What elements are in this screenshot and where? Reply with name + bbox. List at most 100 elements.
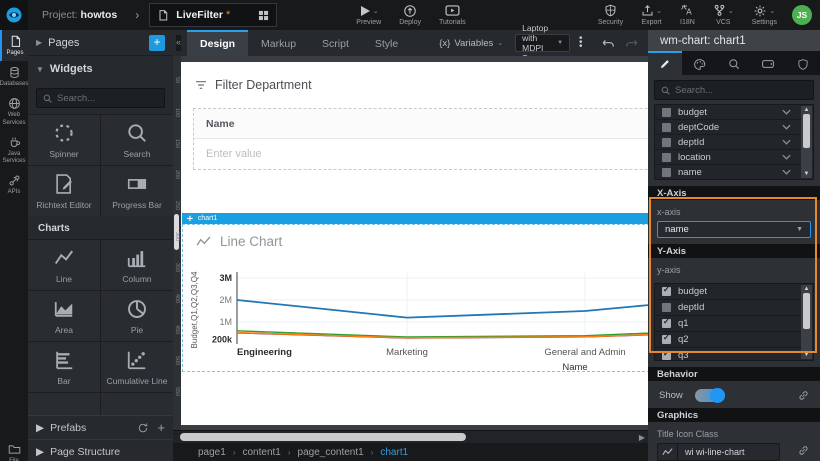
widget-tile-cumline[interactable]: Cumulative Line [101,342,173,392]
scroll-right-arrow-icon[interactable]: ▶ [639,433,645,442]
widget-tile-spinner[interactable]: Spinner [28,115,100,165]
rail-item-web-services[interactable]: Web Services [0,92,28,130]
security-button[interactable]: Security [589,0,632,30]
properties-tab-mobile[interactable] [751,51,785,75]
chevron-down-icon[interactable] [782,154,791,160]
open-page-tab[interactable]: LiveFilter * [149,3,277,27]
yaxis-option-q1[interactable]: q1 [655,316,813,332]
properties-tab-events[interactable] [717,51,751,75]
field-checkbox[interactable] [662,138,671,147]
filter-name-input[interactable] [206,148,648,160]
project-chevron-icon[interactable]: › [135,8,139,22]
rail-item-file-explorer[interactable]: File Explorer [0,438,28,461]
scroll-up-arrow-icon[interactable]: ▲ [804,285,810,293]
tab-style[interactable]: Style [362,30,411,56]
field-checkbox[interactable] [662,123,671,132]
settings-button[interactable]: ⌄ Settings [743,0,786,30]
grid-icon[interactable] [258,10,269,21]
pages-accordion[interactable]: ▶ Pages + [28,30,173,56]
widget-search-input[interactable] [57,93,158,104]
rail-item-databases[interactable]: Databases [0,61,28,92]
hscroll-thumb[interactable] [180,433,466,441]
add-page-button[interactable]: + [149,35,165,51]
yaxis-option-q2[interactable]: q2 [655,332,813,348]
chevron-down-icon[interactable] [782,139,791,145]
widget-tile-column[interactable]: Column [101,240,173,290]
field-row-deptId[interactable]: deptId [655,135,813,150]
tab-markup[interactable]: Markup [248,30,309,56]
tab-script[interactable]: Script [309,30,362,56]
chevron-down-icon[interactable] [782,109,791,115]
livefilter-title[interactable]: Filter Department [195,78,312,92]
yaxis-checkbox[interactable] [662,351,671,360]
field-row-budget[interactable]: budget [655,105,813,120]
accordion-page-structure[interactable]: ▶ Page Structure [28,439,173,461]
widget-tile-searchw[interactable]: Search [101,115,173,165]
scrollbar-thumb[interactable] [803,114,810,148]
widgets-accordion[interactable]: ▼ Widgets [28,56,173,82]
project-name[interactable]: Project: howtos [42,9,117,21]
breadcrumb-item-page_content1[interactable]: page_content1 [298,447,364,458]
field-checkbox[interactable] [662,153,671,162]
scroll-down-arrow-icon[interactable]: ▼ [804,170,810,178]
variables-button[interactable]: {x} Variables ⌄ [439,38,503,49]
properties-tab-styles[interactable] [682,51,716,75]
widget-tile-line[interactable]: Line [28,240,100,290]
bind-property-icon[interactable] [798,390,809,401]
wavemaker-logo[interactable] [0,0,28,30]
tab-design[interactable]: Design [187,30,248,56]
widget-tile-donut[interactable] [28,393,100,415]
rail-item-apis[interactable]: APIs [0,169,28,200]
widget-tile-bar[interactable]: Bar [28,342,100,392]
vcs-button[interactable]: ⌄ VCS [704,0,743,30]
scroll-down-arrow-icon[interactable]: ▼ [804,351,810,359]
yaxis-checkbox[interactable] [662,287,671,296]
yaxis-checkbox[interactable] [662,319,671,328]
chevron-down-icon[interactable] [782,169,791,175]
tutorials-button[interactable]: Tutorials [430,0,475,30]
export-button[interactable]: ⌄ Export [632,0,671,30]
field-row-name[interactable]: name [655,165,813,180]
breadcrumb-item-page1[interactable]: page1 [198,447,226,458]
properties-search-input[interactable] [675,85,807,96]
accordion-prefabs[interactable]: ▶ Prefabs + [28,415,173,439]
breadcrumb-item-content1[interactable]: content1 [242,447,280,458]
chart-widget[interactable]: Line Chart 200k1M2M3MEngineeringMarketin… [182,224,648,372]
widget-tile-bubble[interactable] [101,393,173,415]
show-toggle[interactable] [695,389,725,402]
scroll-up-arrow-icon[interactable]: ▲ [804,106,810,114]
field-row-deptCode[interactable]: deptCode [655,120,813,135]
widget-tile-area[interactable]: Area [28,291,100,341]
list-scrollbar[interactable]: ▲ ▼ [801,106,812,178]
field-checkbox[interactable] [662,168,671,177]
field-row-location[interactable]: location [655,150,813,165]
collapse-left-panel-button[interactable]: « [176,35,181,51]
yaxis-option-deptId[interactable]: deptId [655,300,813,316]
selected-widget-handle[interactable]: ✛ chart1 [182,213,648,224]
scrollbar-thumb[interactable] [803,293,810,329]
deploy-button[interactable]: Deploy [390,0,430,30]
livefilter-widget[interactable]: Name [193,108,648,170]
i18n-button[interactable]: A I18N [671,0,704,30]
xaxis-select[interactable]: name ▼ [657,221,811,238]
properties-tab-security[interactable] [786,51,820,75]
list-scrollbar[interactable]: ▲ ▼ [801,285,812,359]
yaxis-checkbox[interactable] [662,335,671,344]
redo-button[interactable] [625,38,638,49]
chevron-down-icon[interactable] [782,124,791,130]
widget-tile-richtext[interactable]: Richtext Editor [28,166,100,216]
undo-button[interactable] [602,38,615,49]
rail-item-java-services[interactable]: Java Services [0,131,28,169]
field-checkbox[interactable] [662,108,671,117]
more-options-button[interactable]: ••• [579,37,583,49]
device-select[interactable]: Laptop with MDPI Screen ▼ [515,34,570,52]
yaxis-option-q3[interactable]: q3 [655,348,813,361]
refresh-icon[interactable] [137,422,149,434]
bind-property-icon[interactable] [798,445,809,456]
yaxis-option-budget[interactable]: budget [655,284,813,300]
breadcrumb-item-chart1[interactable]: chart1 [380,447,408,458]
rail-item-pages[interactable]: Pages [0,30,28,61]
canvas-horizontal-scrollbar[interactable]: ▶ [173,430,648,443]
properties-tab-properties[interactable] [648,51,682,75]
widget-tile-progress[interactable]: Progress Bar [101,166,173,216]
